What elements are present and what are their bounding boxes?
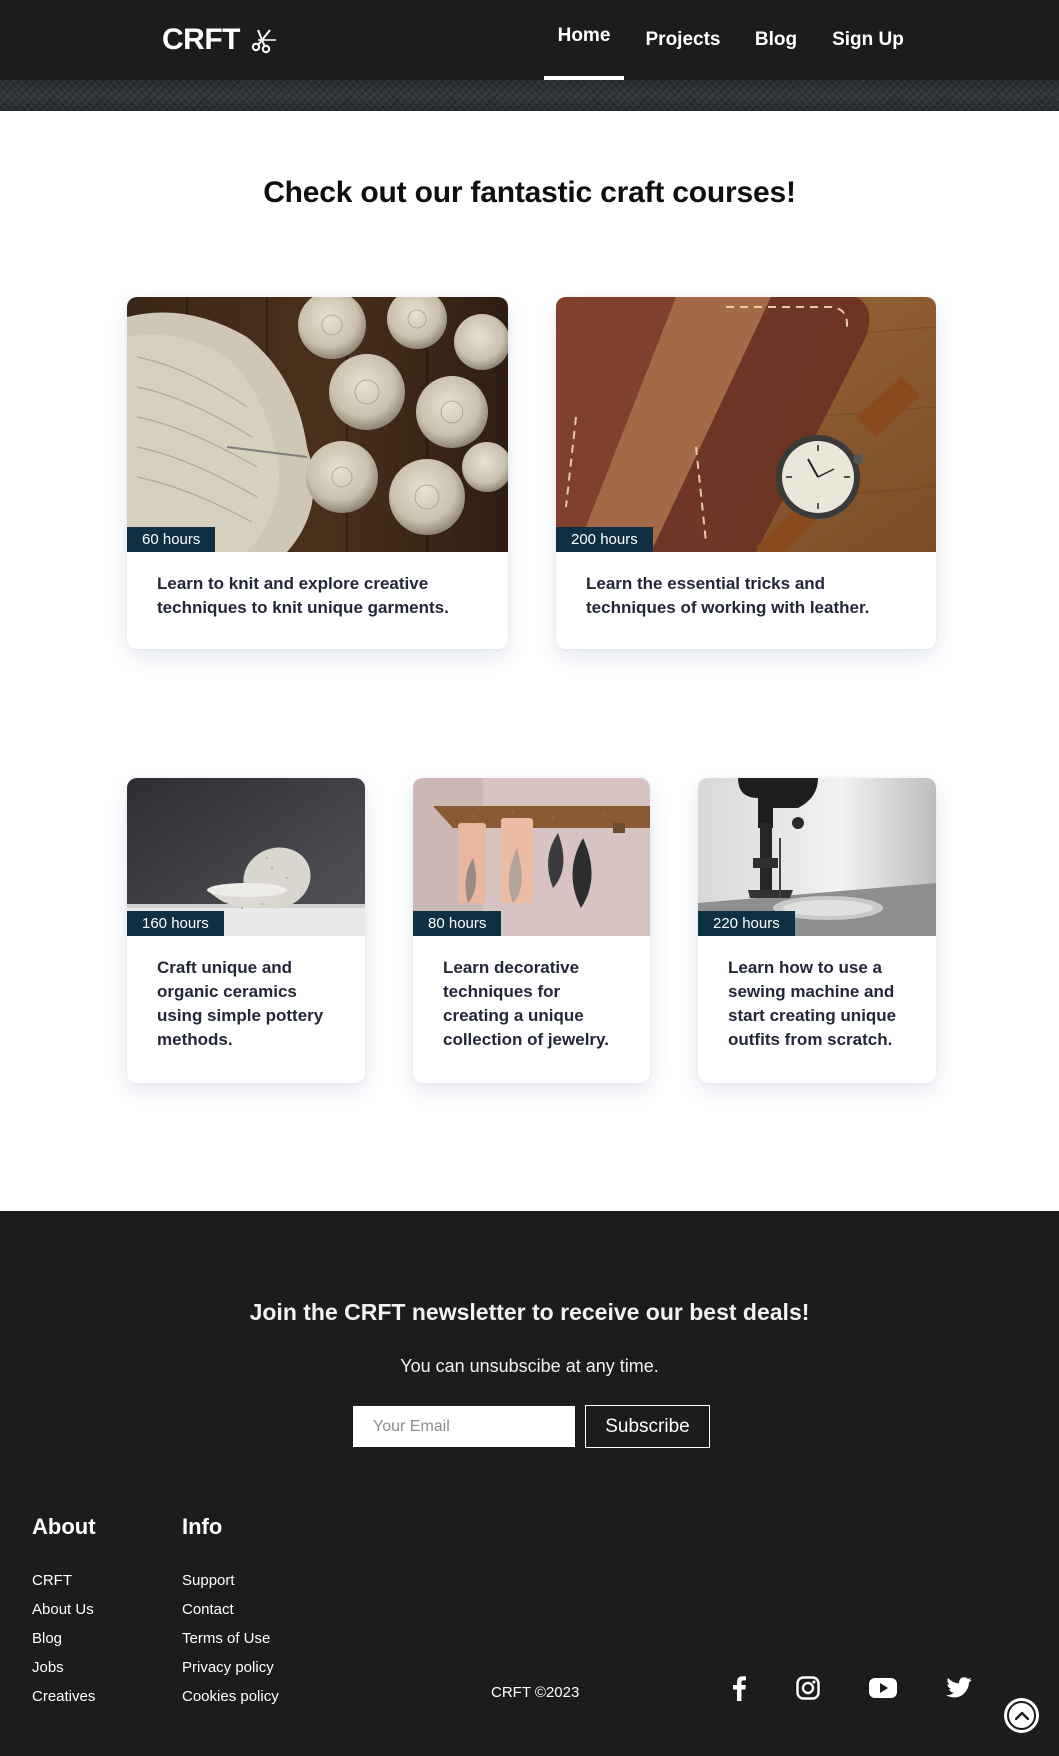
header-texture-strip — [0, 80, 1059, 111]
instagram-icon[interactable] — [791, 1673, 825, 1703]
footer-link-terms[interactable]: Terms of Use — [182, 1624, 279, 1653]
leather-earrings-image: 80 hours — [413, 778, 650, 936]
email-field[interactable] — [353, 1406, 575, 1447]
course-duration-badge: 60 hours — [127, 527, 216, 552]
footer-link-contact[interactable]: Contact — [182, 1595, 279, 1624]
logo-text: CRFT — [162, 23, 240, 56]
youtube-icon[interactable] — [866, 1673, 900, 1703]
site-footer: Join the CRFT newsletter to receive our … — [0, 1211, 1059, 1756]
course-description: Learn the essential tricks and technique… — [586, 574, 870, 617]
site-header: CRFT Home Projects Blog Sign Up — [0, 0, 1059, 80]
back-to-top-button[interactable] — [1004, 1698, 1039, 1733]
course-description: Learn decorative techniques for creating… — [443, 958, 609, 1049]
nav-blog-label: Blog — [754, 29, 798, 50]
footer-link-cookies[interactable]: Cookies policy — [182, 1682, 279, 1711]
knitting-yarn-image: 60 hours — [127, 297, 508, 552]
newsletter-subtitle: You can unsubscibe at any time. — [400, 1356, 659, 1376]
course-duration-badge: 200 hours — [556, 527, 653, 552]
nav-blog[interactable]: Blog — [748, 0, 804, 80]
course-description: Learn how to use a sewing machine and st… — [728, 958, 897, 1049]
footer-link-privacy[interactable]: Privacy policy — [182, 1653, 279, 1682]
course-card-ceramics[interactable]: 160 hours Craft unique and organic ceram… — [127, 778, 365, 1083]
footer-link-creatives[interactable]: Creatives — [32, 1682, 95, 1711]
course-duration-badge: 220 hours — [698, 911, 795, 936]
sewing-machine-image: 220 hours — [698, 778, 936, 936]
twitter-icon[interactable] — [942, 1673, 976, 1703]
course-description: Learn to knit and explore creative techn… — [157, 574, 449, 617]
ceramic-bowls-image: 160 hours — [127, 778, 365, 936]
footer-link-about-us[interactable]: About Us — [32, 1595, 95, 1624]
nav-home[interactable]: Home — [544, 0, 624, 80]
nav-sign-up[interactable]: Sign Up — [830, 0, 906, 80]
course-description: Craft unique and organic ceramics using … — [157, 958, 324, 1049]
footer-link-support[interactable]: Support — [182, 1566, 279, 1595]
footer-link-blog[interactable]: Blog — [32, 1624, 95, 1653]
subscribe-button[interactable]: Subscribe — [585, 1405, 710, 1448]
facebook-icon[interactable] — [722, 1673, 756, 1703]
footer-link-crft[interactable]: CRFT — [32, 1566, 95, 1595]
newsletter-title: Join the CRFT newsletter to receive our … — [249, 1299, 810, 1325]
info-column-title: Info — [182, 1514, 223, 1539]
nav-home-label: Home — [557, 25, 611, 46]
course-duration-badge: 160 hours — [127, 911, 224, 936]
footer-link-jobs[interactable]: Jobs — [32, 1653, 95, 1682]
chevron-up-icon — [1007, 1701, 1036, 1730]
page-title: Check out our fantastic craft courses! — [263, 176, 796, 209]
course-duration-badge: 80 hours — [413, 911, 502, 936]
nav-sign-up-label: Sign Up — [832, 29, 904, 50]
leather-wallet-watch-image: 200 hours — [556, 297, 936, 552]
logo[interactable]: CRFT — [162, 22, 278, 58]
nav-projects[interactable]: Projects — [642, 0, 724, 80]
nav-projects-label: Projects — [645, 29, 721, 50]
about-column-title: About — [32, 1514, 96, 1539]
about-links: CRFT About Us Blog Jobs Creatives — [32, 1566, 95, 1711]
course-card-leather[interactable]: 200 hours Learn the essential tricks and… — [556, 297, 936, 649]
course-card-knitting[interactable]: 60 hours Learn to knit and explore creat… — [127, 297, 508, 649]
course-card-jewelry[interactable]: 80 hours Learn decorative techniques for… — [413, 778, 650, 1083]
course-card-sewing[interactable]: 220 hours Learn how to use a sewing mach… — [698, 778, 936, 1083]
info-links: Support Contact Terms of Use Privacy pol… — [182, 1566, 279, 1711]
copyright: CRFT ©2023 — [491, 1684, 580, 1701]
scissors-icon — [251, 29, 276, 54]
